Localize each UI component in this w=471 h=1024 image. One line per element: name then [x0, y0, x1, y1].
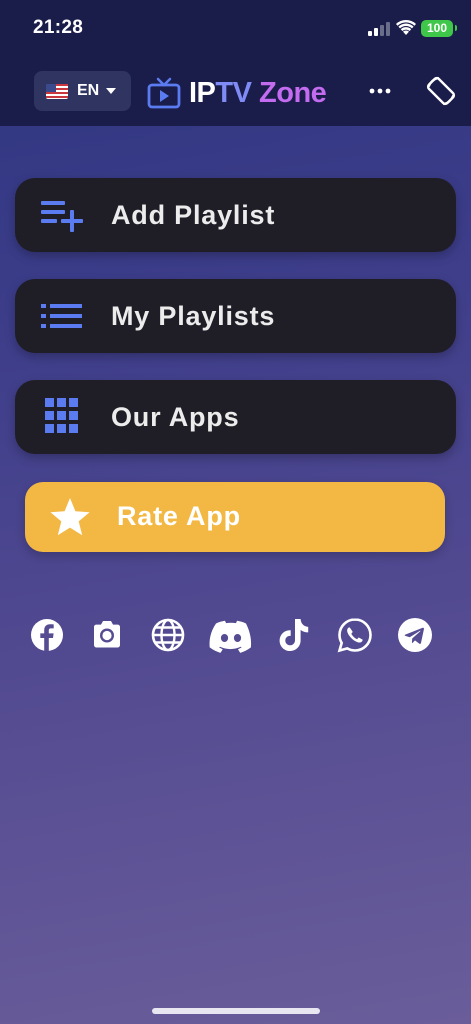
camera-icon[interactable]	[89, 617, 125, 653]
star-icon	[50, 498, 90, 536]
rate-app-label: Rate App	[117, 501, 241, 531]
logo-text-tv: TV	[215, 76, 252, 109]
discord-icon[interactable]	[208, 617, 254, 653]
add-playlist-label: Add Playlist	[111, 199, 276, 230]
language-label: EN	[77, 82, 100, 99]
chevron-down-icon	[106, 88, 117, 94]
language-selector[interactable]: EN	[34, 71, 131, 111]
tv-icon	[147, 77, 181, 109]
grid-icon	[45, 398, 78, 433]
battery-indicator: 100	[421, 20, 457, 37]
globe-icon[interactable]	[150, 617, 186, 653]
logo-text-zone: Zone	[251, 76, 327, 109]
home-indicator	[152, 1008, 320, 1014]
status-time: 21:28	[33, 17, 84, 38]
add-playlist-button[interactable]: Add Playlist	[15, 178, 456, 252]
rate-app-button[interactable]: Rate App	[25, 482, 445, 552]
logo-text-ip: IP	[189, 76, 216, 109]
playlist-add-icon	[41, 201, 83, 232]
app-logo: IPTV Zone	[147, 75, 333, 111]
status-bar: 21:28 100	[0, 0, 471, 58]
screen-rotation-icon[interactable]	[424, 74, 458, 108]
cellular-signal-icon	[368, 22, 390, 36]
list-icon	[41, 304, 82, 328]
whatsapp-icon[interactable]	[337, 617, 373, 653]
our-apps-button[interactable]: Our Apps	[15, 380, 456, 454]
my-playlists-button[interactable]: My Playlists	[15, 279, 456, 353]
us-flag-icon	[46, 83, 68, 99]
app-header: 21:28 100 EN IPTV Zone	[0, 0, 471, 126]
our-apps-label: Our Apps	[111, 401, 240, 432]
wifi-icon	[396, 19, 416, 35]
more-dots-icon[interactable]	[368, 86, 392, 96]
my-playlists-label: My Playlists	[111, 300, 276, 331]
telegram-icon[interactable]	[397, 617, 433, 653]
tiktok-icon[interactable]	[276, 617, 312, 653]
facebook-icon[interactable]	[29, 617, 65, 653]
